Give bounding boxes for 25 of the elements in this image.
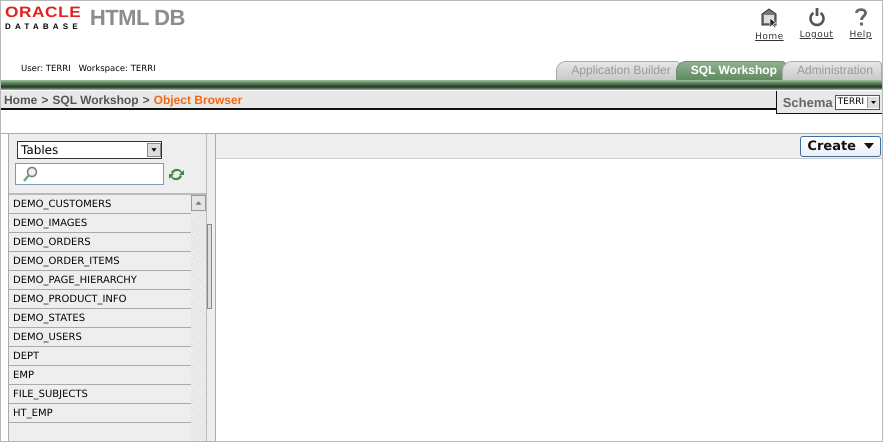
workspace-label: Workspace: TERRI	[78, 64, 156, 74]
splitter-handle[interactable]	[207, 224, 212, 309]
header-link[interactable]: Help	[849, 30, 872, 40]
search-icon	[22, 166, 38, 182]
home-icon[interactable]	[759, 7, 780, 29]
breadcrumb-link[interactable]: Home	[4, 92, 38, 106]
breadcrumb-link[interactable]: SQL Workshop	[52, 92, 139, 106]
breadcrumb-separator: >	[142, 92, 150, 106]
logo-subtitle: DATABASE	[5, 21, 82, 33]
user-label: User: TERRI	[21, 64, 71, 74]
caret-icon	[864, 142, 874, 150]
power-icon[interactable]	[808, 7, 826, 27]
search-field[interactable]	[15, 163, 164, 185]
header-link[interactable]: Logout	[800, 30, 834, 40]
header-link[interactable]: Home	[755, 32, 784, 42]
create-button[interactable]: Create	[800, 136, 881, 156]
product-title: HTML DB	[90, 5, 185, 31]
question-mark-icon[interactable]	[854, 7, 868, 27]
schema-select[interactable]: TERRI	[834, 94, 880, 110]
schema-label: Schema	[782, 94, 833, 110]
object-type-select[interactable]: Tables	[17, 141, 162, 159]
scrollbar[interactable]	[191, 195, 206, 441]
breadcrumb-separator: >	[41, 92, 48, 106]
brand-logo: ORACLE	[5, 5, 82, 21]
breadcrumb-current: Object Browser	[154, 92, 242, 106]
